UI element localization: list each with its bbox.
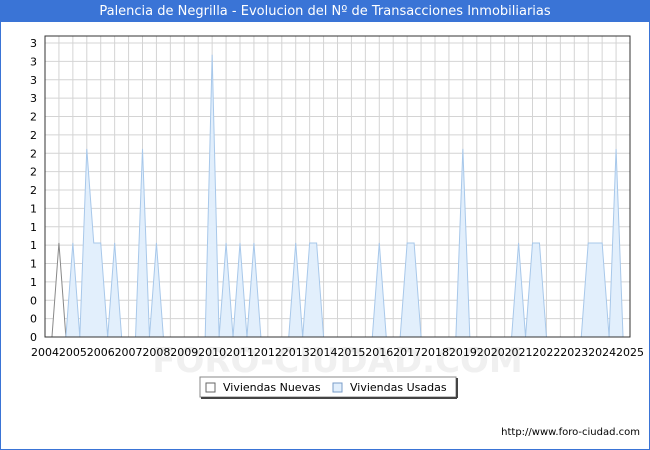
x-tick-label: 2005 [59,346,87,359]
y-tick-label: 1 [30,202,37,215]
x-tick-label: 2011 [226,346,254,359]
y-tick-label: 2 [30,129,37,142]
y-tick-label: 3 [30,55,37,68]
x-tick-label: 2025 [616,346,644,359]
legend-label-0: Viviendas Nuevas [223,381,321,394]
x-tick-label: 2006 [87,346,115,359]
x-tick-label: 2010 [198,346,226,359]
y-tick-label: 3 [30,37,37,50]
y-tick-label: 0 [30,331,37,344]
footer-url[interactable]: http://www.foro-ciudad.com [501,427,640,438]
y-tick-label: 2 [30,184,37,197]
y-tick-label: 0 [30,294,37,307]
x-tick-label: 2024 [588,346,616,359]
x-tick-label: 2013 [282,346,310,359]
y-tick-label: 1 [30,276,37,289]
y-tick-label: 2 [30,147,37,160]
chart-svg: FORO-CIUDAD.COM000111112222233332004 2005… [30,35,644,399]
y-tick-label: 0 [30,313,37,326]
legend-swatch-1 [332,382,343,393]
x-tick-label: 2009 [170,346,198,359]
x-tick-label: 2021 [505,346,533,359]
x-tick-label: 2019 [449,346,477,359]
x-tick-label: 2017 [393,346,421,359]
y-tick-label: 2 [30,166,37,179]
y-tick-label: 1 [30,221,37,234]
x-tick-label: 2015 [337,346,365,359]
y-tick-label: 3 [30,92,37,105]
y-tick-label: 3 [30,74,37,87]
x-tick-label: 2020 [477,346,505,359]
x-tick-label: 2007 [115,346,143,359]
x-tick-label: 2016 [365,346,393,359]
y-tick-label: 2 [30,111,37,124]
y-tick-label: 1 [30,258,37,271]
x-tick-label: 2012 [254,346,282,359]
legend-swatch-0 [205,382,216,393]
y-tick-label: 1 [30,239,37,252]
x-tick-label: 2014 [310,346,338,359]
x-tick-label: 2008 [142,346,170,359]
x-tick-label: 2022 [532,346,560,359]
x-tick-label: 2004 [31,346,59,359]
legend-label-1: Viviendas Usadas [350,381,447,394]
x-tick-label: 2023 [560,346,588,359]
x-tick-label: 2018 [421,346,449,359]
